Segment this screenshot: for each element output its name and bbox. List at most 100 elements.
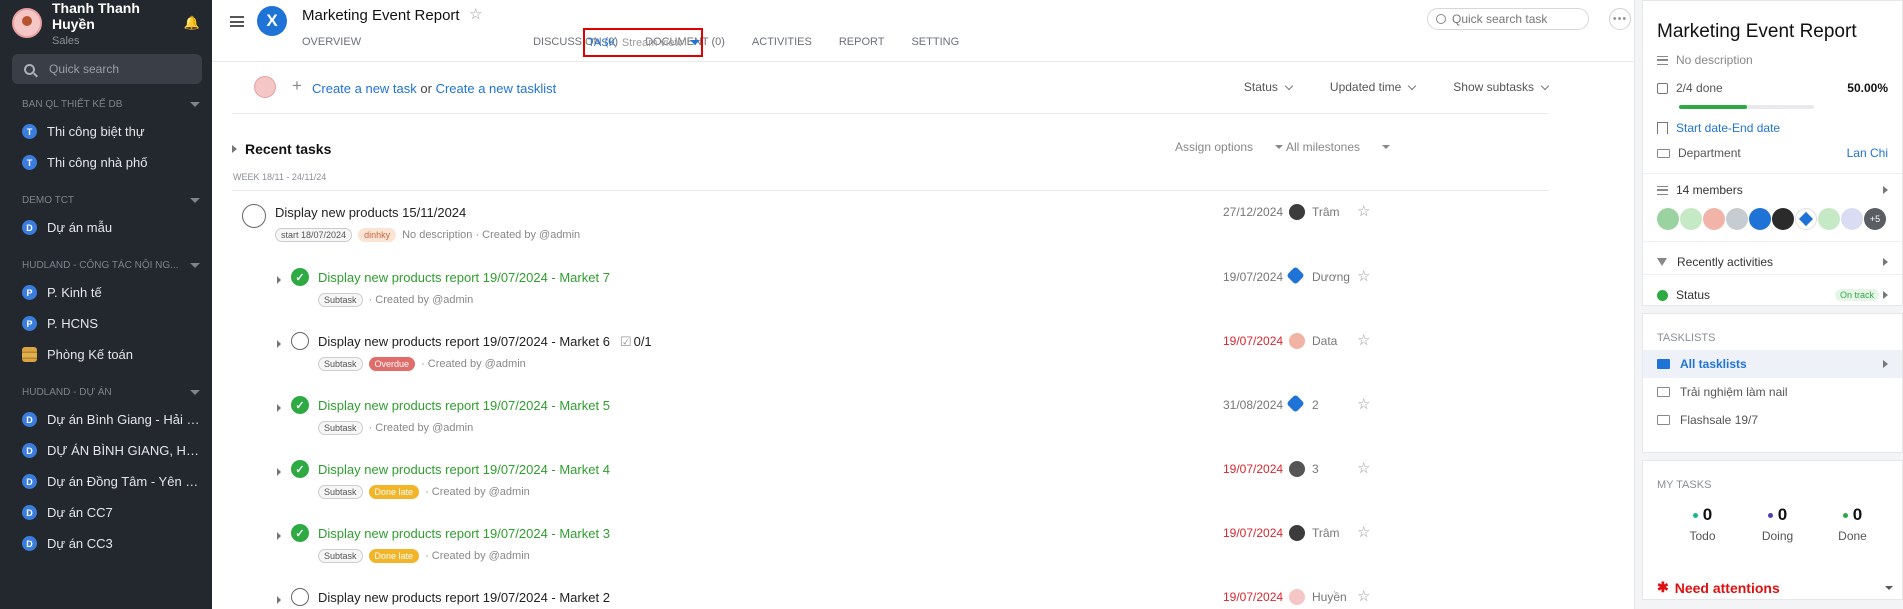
expand-icon[interactable] [277,596,281,604]
caret-down-icon[interactable] [190,101,200,107]
more-options-icon[interactable]: ••• [1609,8,1631,30]
task-name[interactable]: Display new products report 19/07/2024 -… [318,334,652,350]
done-check-icon[interactable]: ✓ [291,524,309,542]
star-icon[interactable]: ☆ [1357,459,1370,477]
sidebar-item[interactable]: P P. Kinh tế [0,277,212,308]
tab-setting[interactable]: SETTING [911,36,959,48]
tasklist-item[interactable]: Trải nghiệm làm nail [1643,378,1902,406]
done-check-icon[interactable]: ✓ [291,460,309,478]
task-status-circle[interactable] [291,588,309,606]
task-row[interactable]: ✓ Display new products report 19/07/2024… [232,522,1549,575]
sidebar-item[interactable]: D Dự án Bình Giang - Hải D... [0,404,212,435]
bell-icon[interactable]: 🔔 [184,15,200,31]
expand-icon[interactable] [277,532,281,540]
sidebar-item[interactable]: P P. HCNS [0,308,212,339]
tasklist-item[interactable]: All tasklists [1643,350,1902,378]
avatar[interactable] [1841,208,1863,230]
user-header[interactable]: Thanh Thanh Huyền Sales 🔔 [0,0,212,47]
task-name[interactable]: Display new products report 19/07/2024 -… [318,526,610,541]
favorite-star-icon[interactable]: ☆ [469,5,482,23]
user-avatar[interactable] [12,8,42,38]
description-row[interactable]: No description [1657,53,1888,67]
sidebar-item[interactable]: T Thi công biệt thự [0,116,212,147]
create-task-link[interactable]: Create a new task [312,81,417,96]
avatar[interactable] [1795,208,1817,230]
avatar[interactable] [1818,208,1840,230]
end-date-link[interactable]: End date [1732,121,1780,135]
caret-down-icon[interactable] [1885,585,1893,590]
task-search-input[interactable]: Quick search task [1427,8,1589,30]
avatar[interactable] [1772,208,1794,230]
expand-icon[interactable] [277,468,281,476]
star-icon[interactable]: ☆ [1357,331,1370,349]
sidebar-item[interactable]: D Dự án mẫu [0,212,212,243]
start-date-link[interactable]: Start date [1676,121,1728,135]
tab-report[interactable]: REPORT [839,36,885,48]
avatar[interactable] [1680,208,1702,230]
task-name[interactable]: Display new products 15/11/2024 [275,205,466,220]
task-status-circle[interactable] [291,332,309,350]
sidebar-item[interactable]: Phòng Kế toán [0,339,212,370]
members-row[interactable]: 14 members [1657,183,1888,197]
tab-activities[interactable]: ACTIVITIES [752,36,812,48]
tag-pill[interactable]: dinhky [358,228,397,242]
create-tasklist-link[interactable]: Create a new tasklist [436,81,557,96]
task-row[interactable]: Display new products report 19/07/2024 -… [232,586,1549,609]
assign-options-dropdown[interactable]: Assign options [1175,140,1284,154]
caret-down-icon[interactable] [190,262,200,268]
doing-stat[interactable]: 0 Doing [1740,505,1815,543]
expand-icon[interactable] [277,276,281,284]
star-icon[interactable]: ☆ [1357,587,1370,605]
sidebar-group[interactable]: HUDLAND - DỰ ÁN [0,380,212,404]
sidebar-search[interactable]: Quick search [12,54,202,84]
date-row[interactable]: Start date - End date [1657,121,1888,135]
star-icon[interactable]: ☆ [1357,395,1370,413]
avatar[interactable] [1749,208,1771,230]
sidebar-item[interactable]: D DỰ ÁN BÌNH GIANG, HẢI ... [0,435,212,466]
updated-time-filter[interactable]: Updated time [1330,80,1417,94]
caret-down-icon[interactable] [190,197,200,203]
chevron-right-icon[interactable] [1883,291,1888,299]
caret-down-icon[interactable] [690,40,701,45]
collapse-icon[interactable] [232,145,237,153]
sidebar-item[interactable]: T Thi công nhà phố [0,147,212,178]
sidebar-group[interactable]: BAN QL THIẾT KẾ DB [0,92,212,116]
task-name[interactable]: Display new products report 19/07/2024 -… [318,270,610,285]
done-stat[interactable]: 0 Done [1815,505,1890,543]
tasklist-item[interactable]: Flashsale 19/7 [1643,406,1902,434]
tab-overview[interactable]: OVERVIEW [302,36,361,48]
sidebar-item[interactable]: D Dự án Đồng Tâm - Yên Bái [0,466,212,497]
milestones-dropdown[interactable]: All milestones [1286,140,1391,154]
task-name[interactable]: Display new products report 19/07/2024 -… [318,590,610,605]
avatar[interactable] [1703,208,1725,230]
avatar[interactable] [1726,208,1748,230]
done-check-icon[interactable]: ✓ [291,396,309,414]
chevron-right-icon[interactable] [1883,258,1888,266]
sidebar-group[interactable]: DEMO TCT [0,188,212,212]
expand-icon[interactable] [277,404,281,412]
todo-stat[interactable]: 0 Todo [1665,505,1740,543]
menu-icon[interactable] [230,16,244,27]
department-value[interactable]: Lan Chi [1847,146,1888,160]
star-icon[interactable]: ☆ [1357,267,1370,285]
need-attentions[interactable]: ✱ Need attentions [1657,579,1893,596]
avatar[interactable] [1657,208,1679,230]
tab-task[interactable]: TASK Stream view [583,28,703,57]
task-row[interactable]: Display new products report 19/07/2024 -… [232,330,1549,383]
star-icon[interactable]: ☆ [1357,202,1370,220]
sidebar-item[interactable]: D Dự án CC7 [0,497,212,528]
chevron-right-icon[interactable] [1883,186,1888,194]
member-avatars[interactable]: +5 [1657,208,1887,230]
more-members-badge[interactable]: +5 [1864,208,1886,230]
recent-activities-row[interactable]: Recently activities [1657,255,1888,269]
task-status-circle[interactable] [242,204,266,228]
task-name[interactable]: Display new products report 19/07/2024 -… [318,462,610,477]
done-check-icon[interactable]: ✓ [291,268,309,286]
show-subtasks-filter[interactable]: Show subtasks [1453,80,1550,94]
expand-icon[interactable] [277,340,281,348]
sidebar-item[interactable]: D Dự án CC3 [0,528,212,559]
status-row[interactable]: Status On track [1657,288,1888,302]
task-row[interactable]: ✓ Display new products report 19/07/2024… [232,266,1549,319]
task-row[interactable]: ✓ Display new products report 19/07/2024… [232,458,1549,511]
plus-icon[interactable]: + [292,76,302,96]
